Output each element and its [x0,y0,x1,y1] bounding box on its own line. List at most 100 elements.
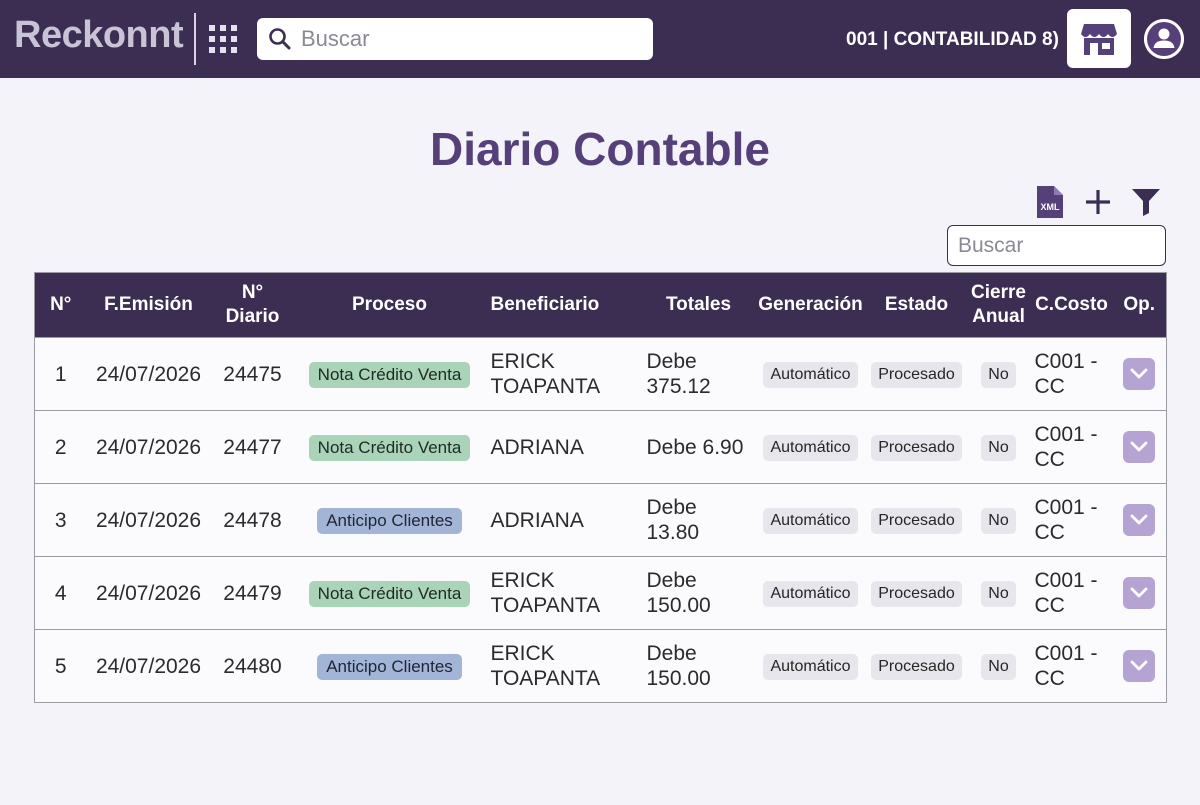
global-search-input[interactable] [301,26,621,52]
cell-cierre: No [966,629,1031,703]
user-profile-button[interactable] [1144,19,1184,59]
cell-op [1112,629,1167,703]
header-estado[interactable]: Estado [867,273,967,338]
header-generacion[interactable]: Generación [755,273,867,338]
estado-badge: Procesado [871,435,962,461]
cierre-badge: No [981,654,1016,680]
header-diario[interactable]: N° Diario [211,273,295,338]
cell-diario: 24479 [210,556,295,630]
header-diario-line1: N° [241,282,264,303]
cell-emision: 24/07/2026 [86,337,211,411]
cell-diario: 24475 [210,337,295,411]
cell-op [1112,410,1167,484]
cell-op [1112,483,1167,557]
header-totales[interactable]: Totales [643,273,755,338]
export-xml-button[interactable]: XML [1035,185,1065,219]
cell-totales: Debe 375.12 [642,337,755,411]
cell-cierre: No [966,483,1031,557]
table-row[interactable]: 4 24/07/2026 24479 Nota Crédito Venta ER… [34,556,1167,630]
brand-logo[interactable]: Reckonnt [14,14,184,57]
row-options-button[interactable] [1123,358,1156,390]
cell-num: 1 [34,337,87,411]
cell-proceso: Anticipo Clientes [294,629,485,703]
proceso-badge: Nota Crédito Venta [308,434,471,461]
cell-generacion: Automático [754,556,867,630]
chevron-down-icon [1130,587,1148,598]
header-beneficiario[interactable]: Beneficiario [485,273,643,338]
cell-num: 5 [34,629,87,703]
cell-generacion: Automático [754,629,867,703]
header-cierre[interactable]: Cierre Anual [967,273,1031,338]
table-row[interactable]: 3 24/07/2026 24478 Anticipo Clientes ADR… [34,483,1167,557]
xml-file-icon: XML [1037,186,1063,218]
cierre-badge: No [981,581,1016,607]
search-icon [269,28,291,50]
top-bar: Reckonnt 001 | CONTABILIDAD 8) [0,0,1200,78]
add-entry-button[interactable] [1083,187,1113,217]
global-search[interactable] [257,18,653,60]
table-row[interactable]: 1 24/07/2026 24475 Nota Crédito Venta ER… [34,337,1167,411]
estado-badge: Procesado [871,654,962,680]
company-selector[interactable]: 001 | CONTABILIDAD 8) [846,29,1059,51]
generacion-badge: Automático [763,654,858,680]
user-icon [1144,19,1184,59]
row-options-button[interactable] [1123,504,1156,536]
cell-diario: 24480 [210,629,295,703]
cell-emision: 24/07/2026 [86,483,211,557]
cell-generacion: Automático [754,410,867,484]
cell-estado: Procesado [866,483,967,557]
cell-emision: 24/07/2026 [86,410,211,484]
generacion-badge: Automático [763,508,858,534]
cell-beneficiario: ERICK TOAPANTA [484,556,643,630]
cell-generacion: Automático [754,483,867,557]
cell-cierre: No [966,337,1031,411]
table-row[interactable]: 5 24/07/2026 24480 Anticipo Clientes ERI… [34,629,1167,703]
chevron-down-icon [1130,368,1148,379]
cierre-badge: No [981,508,1016,534]
cell-generacion: Automático [754,337,867,411]
cell-costo: C001 - CC [1030,556,1113,630]
header-proceso[interactable]: Proceso [295,273,485,338]
cell-proceso: Nota Crédito Venta [294,337,485,411]
cell-estado: Procesado [866,410,967,484]
journal-table: N° F.Emisión N° Diario Proceso Beneficiar… [34,272,1167,703]
xml-label: XML [1041,202,1061,212]
table-search-input[interactable] [947,225,1166,266]
brand-divider [194,13,196,65]
proceso-badge: Anticipo Clientes [317,507,462,534]
estado-badge: Procesado [871,581,962,607]
chevron-down-icon [1130,441,1148,452]
table-body: 1 24/07/2026 24475 Nota Crédito Venta ER… [34,337,1167,703]
cell-totales: Debe 150.00 [642,556,755,630]
cell-beneficiario: ADRIANA [484,483,643,557]
generacion-badge: Automático [763,435,858,461]
header-costo[interactable]: C.Costo [1031,273,1113,338]
cell-emision: 24/07/2026 [86,556,211,630]
header-emision[interactable]: F.Emisión [87,273,211,338]
row-options-button[interactable] [1123,650,1156,682]
cell-costo: C001 - CC [1030,410,1113,484]
cell-estado: Procesado [866,337,967,411]
generacion-badge: Automático [763,362,858,388]
cell-beneficiario: ADRIANA [484,410,643,484]
row-options-button[interactable] [1123,431,1156,463]
header-diario-line2: Diario [225,306,280,327]
cell-num: 2 [34,410,87,484]
cell-proceso: Nota Crédito Venta [294,410,485,484]
cell-estado: Procesado [866,556,967,630]
header-num[interactable]: N° [35,273,87,338]
grid-apps-icon[interactable] [209,25,237,53]
cell-totales: Debe 150.00 [642,629,755,703]
row-options-button[interactable] [1123,577,1156,609]
table-row[interactable]: 2 24/07/2026 24477 Nota Crédito Venta AD… [34,410,1167,484]
cell-emision: 24/07/2026 [86,629,211,703]
cell-proceso: Anticipo Clientes [294,483,485,557]
header-cierre-line1: Cierre [971,282,1026,303]
store-button[interactable] [1067,9,1131,68]
header-op: Op. [1123,294,1156,315]
cell-diario: 24477 [210,410,295,484]
store-icon [1081,23,1117,55]
filter-button[interactable] [1130,187,1162,217]
cell-costo: C001 - CC [1030,337,1113,411]
estado-badge: Procesado [871,508,962,534]
